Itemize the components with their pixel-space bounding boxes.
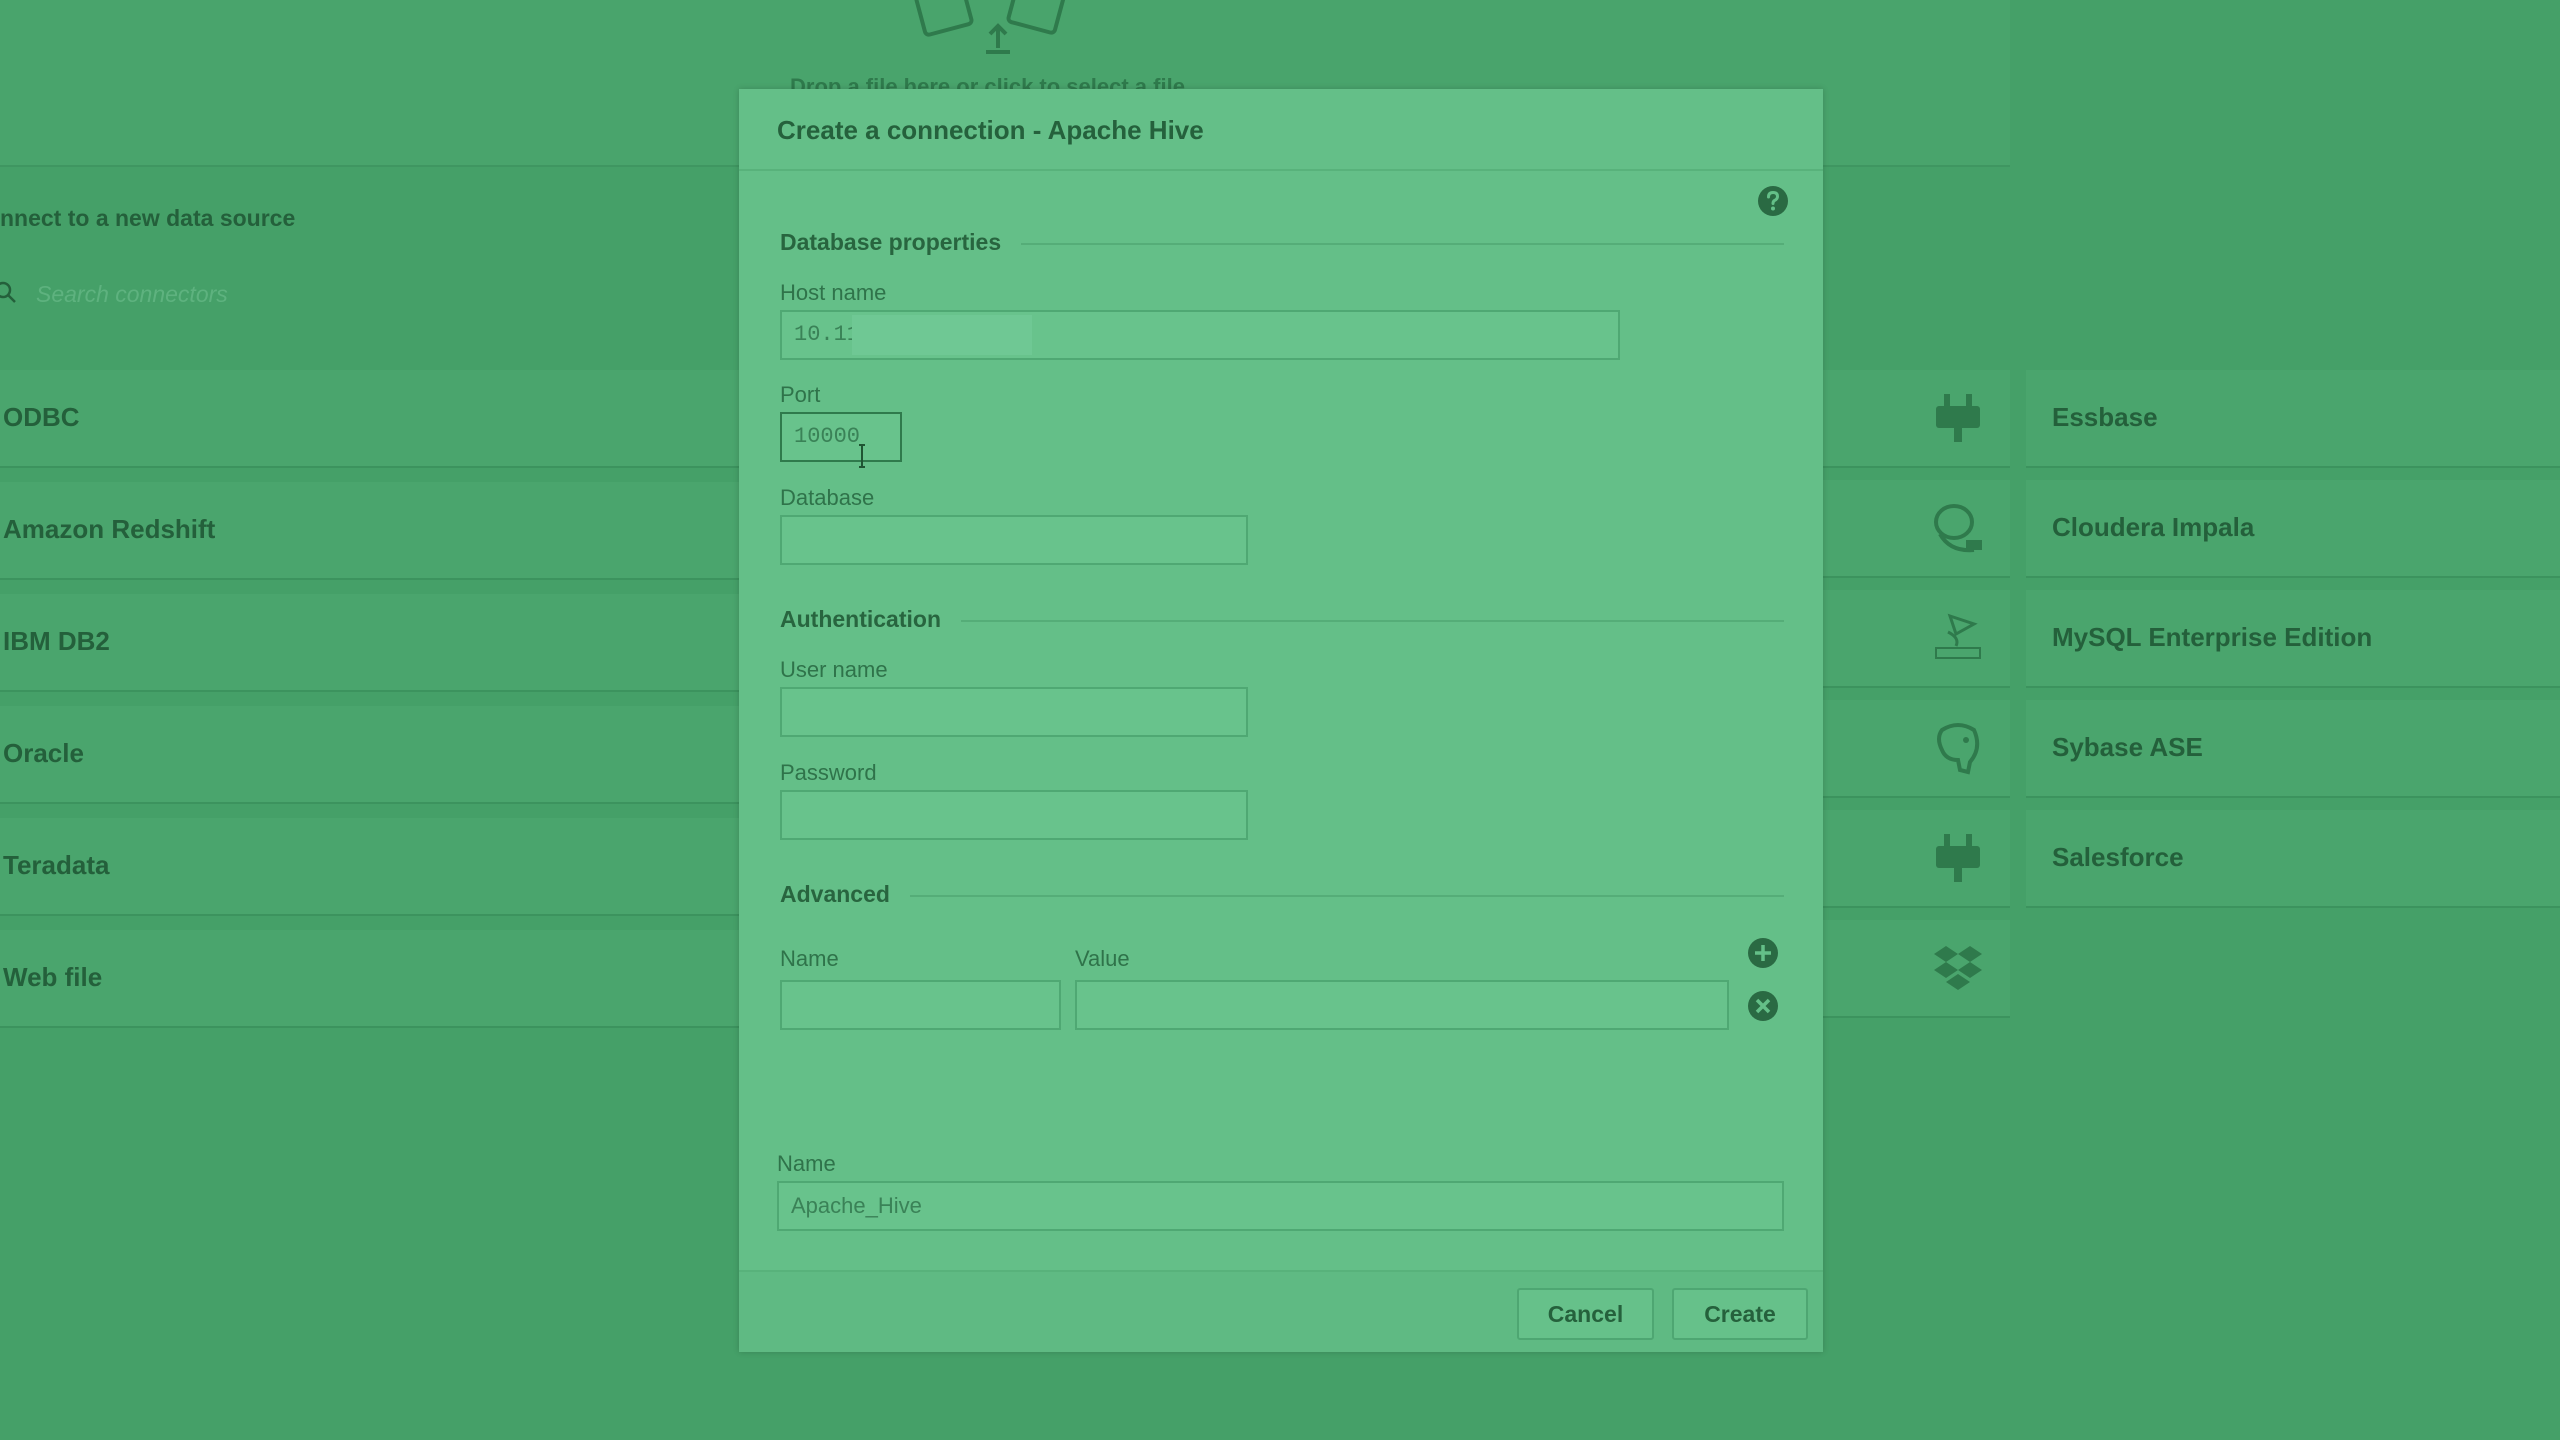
section-authentication: Authentication (780, 606, 1784, 636)
connector-teradata[interactable]: Teradata (0, 818, 740, 916)
port-input[interactable]: 10000 (780, 412, 902, 462)
connector-label-cell[interactable]: Sybase ASE (2026, 700, 2560, 798)
password-input[interactable] (780, 790, 1248, 840)
host-name-value: 10.11 (794, 322, 861, 347)
create-button[interactable]: Create (1672, 1288, 1808, 1340)
search-icon (0, 281, 16, 303)
connector-salesforce[interactable]: Salesforce (1820, 810, 2560, 908)
connector-label: Teradata (3, 850, 110, 880)
password-label: Password (780, 760, 877, 785)
section-divider (780, 895, 1784, 897)
user-name-label: User name (780, 657, 888, 682)
section-title: Database properties (780, 229, 1022, 256)
connector-label: MySQL Enterprise Edition (2052, 622, 2373, 652)
add-property-icon[interactable] (1746, 936, 1780, 970)
connector-amazon-redshift[interactable]: Amazon Redshift (0, 482, 740, 580)
text-cursor-icon (859, 444, 865, 468)
advanced-value-input[interactable] (1075, 980, 1729, 1030)
host-name-label: Host name (780, 280, 887, 305)
sql-server-icon (1935, 613, 1981, 659)
connector-label-cell[interactable]: Salesforce (2026, 810, 2560, 908)
connector-cloudera-impala[interactable]: Cloudera Impala (1820, 480, 2560, 578)
connector-label: IBM DB2 (3, 626, 110, 656)
connect-section-title: nnect to a new data source (0, 205, 296, 231)
connector-icon-cell[interactable] (1820, 480, 2010, 578)
port-label: Port (780, 382, 821, 407)
remove-property-icon[interactable] (1746, 989, 1780, 1023)
advanced-value-label: Value (1075, 946, 1130, 971)
connector-icon-cell[interactable] (1820, 370, 2010, 468)
connector-sybase-ase[interactable]: Sybase ASE (1820, 700, 2560, 798)
database-input[interactable] (780, 515, 1248, 565)
create-connection-dialog: Create a connection - Apache Hive Databa… (739, 89, 1823, 1352)
connector-web-file[interactable]: Web file (0, 930, 740, 1028)
section-title: Advanced (780, 881, 910, 908)
connector-label: Essbase (2052, 402, 2158, 432)
connector-icon-cell[interactable] (1820, 810, 2010, 908)
connector-label-cell[interactable]: Cloudera Impala (2026, 480, 2560, 578)
rest-plug-icon (1936, 834, 1980, 882)
dialog-title: Create a connection - Apache Hive (777, 115, 1204, 145)
connection-name-input[interactable]: Apache_Hive (777, 1181, 1784, 1231)
search-connectors-row[interactable]: Search connectors (0, 275, 700, 315)
connector-label: Amazon Redshift (3, 514, 216, 544)
connection-name-value: Apache_Hive (791, 1193, 922, 1218)
connector-odbc[interactable]: ODBC (0, 370, 740, 468)
dropbox-icon (1934, 946, 1982, 990)
connector-ibm-db2[interactable]: IBM DB2 (0, 594, 740, 692)
connector-mysql-enterprise[interactable]: MySQL Enterprise Edition (1820, 590, 2560, 688)
advanced-name-input[interactable] (780, 980, 1061, 1030)
connector-dropbox[interactable] (1820, 920, 2560, 1018)
connector-label: Salesforce (2052, 842, 2184, 872)
database-label: Database (780, 485, 875, 510)
section-database-properties: Database properties (780, 229, 1784, 259)
connector-essbase[interactable]: Essbase (1820, 370, 2560, 468)
connector-icon-cell[interactable] (1820, 700, 2010, 798)
connector-label-cell[interactable]: Essbase (2026, 370, 2560, 468)
connector-icon-cell[interactable] (1820, 590, 2010, 688)
dialog-footer: Cancel Create (739, 1270, 1823, 1352)
user-name-input[interactable] (780, 687, 1248, 737)
connector-list-left: ODBC Amazon Redshift IBM DB2 Oracle Tera… (0, 370, 740, 1042)
connector-list-right: Essbase Cloudera Impala MySQL Enterprise… (1820, 370, 2560, 1030)
port-value: 10000 (794, 424, 861, 449)
connector-label: ODBC (3, 402, 80, 432)
connector-icon-cell[interactable] (1820, 920, 2010, 1018)
cancel-button[interactable]: Cancel (1517, 1288, 1654, 1340)
dialog-header: Create a connection - Apache Hive (739, 89, 1823, 171)
file-upload-icon (914, 0, 1066, 54)
plug-icon (1936, 394, 1980, 442)
connector-oracle[interactable]: Oracle (0, 706, 740, 804)
postgresql-icon (1937, 723, 1980, 775)
connector-label: Oracle (3, 738, 84, 768)
connector-label-cell[interactable]: MySQL Enterprise Edition (2026, 590, 2560, 688)
hive-icon (1934, 504, 1982, 553)
advanced-name-label: Name (780, 946, 839, 971)
connector-label: Sybase ASE (2052, 732, 2203, 762)
help-icon[interactable] (1757, 185, 1789, 217)
connector-label: Cloudera Impala (2052, 512, 2255, 542)
section-title: Authentication (780, 606, 961, 633)
section-advanced: Advanced (780, 881, 1784, 911)
connection-name-label: Name (777, 1151, 836, 1176)
search-connectors-input[interactable]: Search connectors (36, 281, 228, 308)
redacted-host-part (852, 315, 1032, 355)
connector-label: Web file (3, 962, 103, 992)
